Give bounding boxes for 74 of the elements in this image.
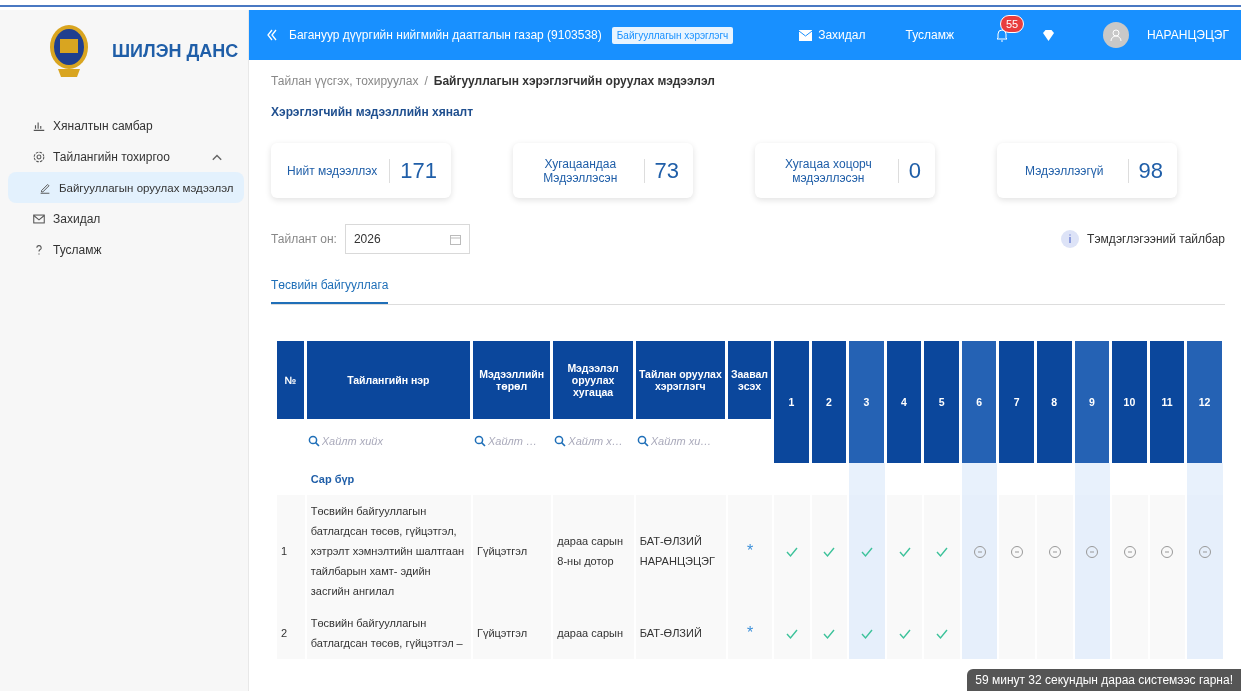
search-field[interactable]: Хайлт х… (568, 435, 633, 447)
search-icon (636, 435, 649, 447)
table-cell: БАТ-ӨЛЗИЙ (639, 627, 702, 639)
table-cell: Төсвийн байгууллагын батлагдсан төсөв, гүйцэтгэл – (310, 617, 463, 649)
stat-value: 0 (908, 157, 921, 184)
collapse-icon[interactable] (265, 28, 279, 42)
group-label: Сар бүр (310, 473, 355, 485)
avatar-icon[interactable] (1102, 22, 1129, 48)
stat-label: Нийт мэдээллэх (286, 163, 379, 178)
breadcrumb-item[interactable]: Тайлан үүсгэх, тохируулах (271, 74, 419, 88)
table-cell: Гүйцэтгэл (476, 627, 528, 639)
stat-value: 73 (654, 157, 679, 184)
stat-value: 98 (1138, 157, 1163, 184)
logout-timer-toast: 59 минут 32 секундын дараа системээс гарна! (967, 669, 1241, 691)
month-header: 4 (886, 341, 923, 463)
emblem-icon (48, 23, 90, 79)
month-header: 1 (774, 341, 810, 463)
month-header: 5 (924, 341, 960, 463)
year-picker[interactable]: 2026 (344, 224, 470, 254)
info-icon (1061, 230, 1080, 248)
column-header: Тайлангийн нэр (306, 341, 471, 419)
table-cell: Гүйцэтгэл (476, 545, 528, 557)
stat-value: 171 (400, 157, 437, 184)
search-icon (554, 435, 567, 447)
required-mark: * (746, 623, 754, 641)
table-cell: 2 (281, 627, 288, 639)
breadcrumb-item: Байгууллагын хэрэглэгчийн оруулах мэдээлэл (433, 74, 715, 88)
gear-icon (32, 149, 46, 164)
month-header: 12 (1187, 341, 1223, 463)
brand-name: ШИЛЭН ДАНС (112, 40, 239, 62)
calendar-icon (449, 233, 461, 245)
search-icon (473, 435, 486, 447)
sidebar-item[interactable]: Тусламж (8, 234, 244, 265)
mail-icon (32, 211, 46, 226)
table-cell: 1 (281, 545, 288, 557)
tab[interactable]: Төсвийн байгууллага (271, 278, 389, 304)
year-label: Тайлант он: (271, 232, 337, 246)
stat-label: Хугацаандаа Мэдээллэсэн (542, 156, 619, 185)
section-title: Хэрэглэгчийн мэдээллийн хяналт (271, 105, 475, 119)
month-header: 10 (1112, 341, 1148, 463)
column-header: Мэдээллийн төрөл (472, 341, 552, 419)
notification-count: 55 (999, 15, 1025, 33)
table-cell: дараа сарын (557, 627, 623, 639)
table-cell: БАТ-ӨЛЗИЙ НАРАНЦЭЦЭГ (639, 535, 715, 567)
mail-icon (799, 29, 813, 41)
diamond-icon[interactable] (1041, 28, 1055, 42)
month-header: 7 (999, 341, 1035, 463)
breadcrumb-separator: / (424, 74, 428, 88)
organization-title: Багануур дүүргийн нийгмийн даатгалын газар (9103538) (289, 28, 602, 42)
column-header: № (277, 341, 305, 419)
month-header: 9 (1074, 341, 1111, 463)
search-field[interactable]: Хайлт хийх (321, 435, 470, 447)
sidebar-item[interactable]: Байгууллагын оруулах мэдээлэл (8, 172, 244, 203)
sidebar-item[interactable]: Тайлангийн тохиргоо (8, 141, 244, 172)
sidebar-item[interactable]: Захидал (8, 203, 244, 234)
month-header: 8 (1037, 341, 1073, 463)
month-header: 2 (811, 341, 848, 463)
stat-label: Мэдээллээгүй (1024, 163, 1105, 178)
table-cell: Төсвийн байгууллагын батлагдсан төсөв, гүйцэтгэл, хэтрэлт хэмнэлтийн шалтгаан тайлбарын хамт- эдийн засгийн ангилал (310, 505, 465, 597)
column-header: Тайлан оруулах хэрэглэгч (635, 341, 726, 419)
month-header: 6 (961, 341, 998, 463)
column-header: Мэдээлэл оруулах хугацаа (553, 341, 634, 419)
month-header: 11 (1149, 341, 1186, 463)
role-badge: Байгууллагын хэрэглэгч (611, 26, 734, 44)
search-field[interactable]: Хайлт хи… (650, 435, 725, 447)
required-mark: * (746, 541, 754, 559)
search-icon (307, 435, 320, 447)
sidebar-item[interactable]: Хяналтын самбар (8, 110, 244, 141)
legend-link[interactable]: Тэмдэглэгээний тайлбар (1061, 230, 1225, 248)
stat-label: Хугацаа хоцорч мэдээллэсэн (784, 156, 873, 185)
month-header: 3 (849, 341, 885, 463)
table-cell: дараа сарын 8-ны дотор (557, 535, 623, 567)
column-header: Заавал эсэх (727, 341, 773, 419)
search-field[interactable]: Хайлт … (487, 435, 551, 447)
